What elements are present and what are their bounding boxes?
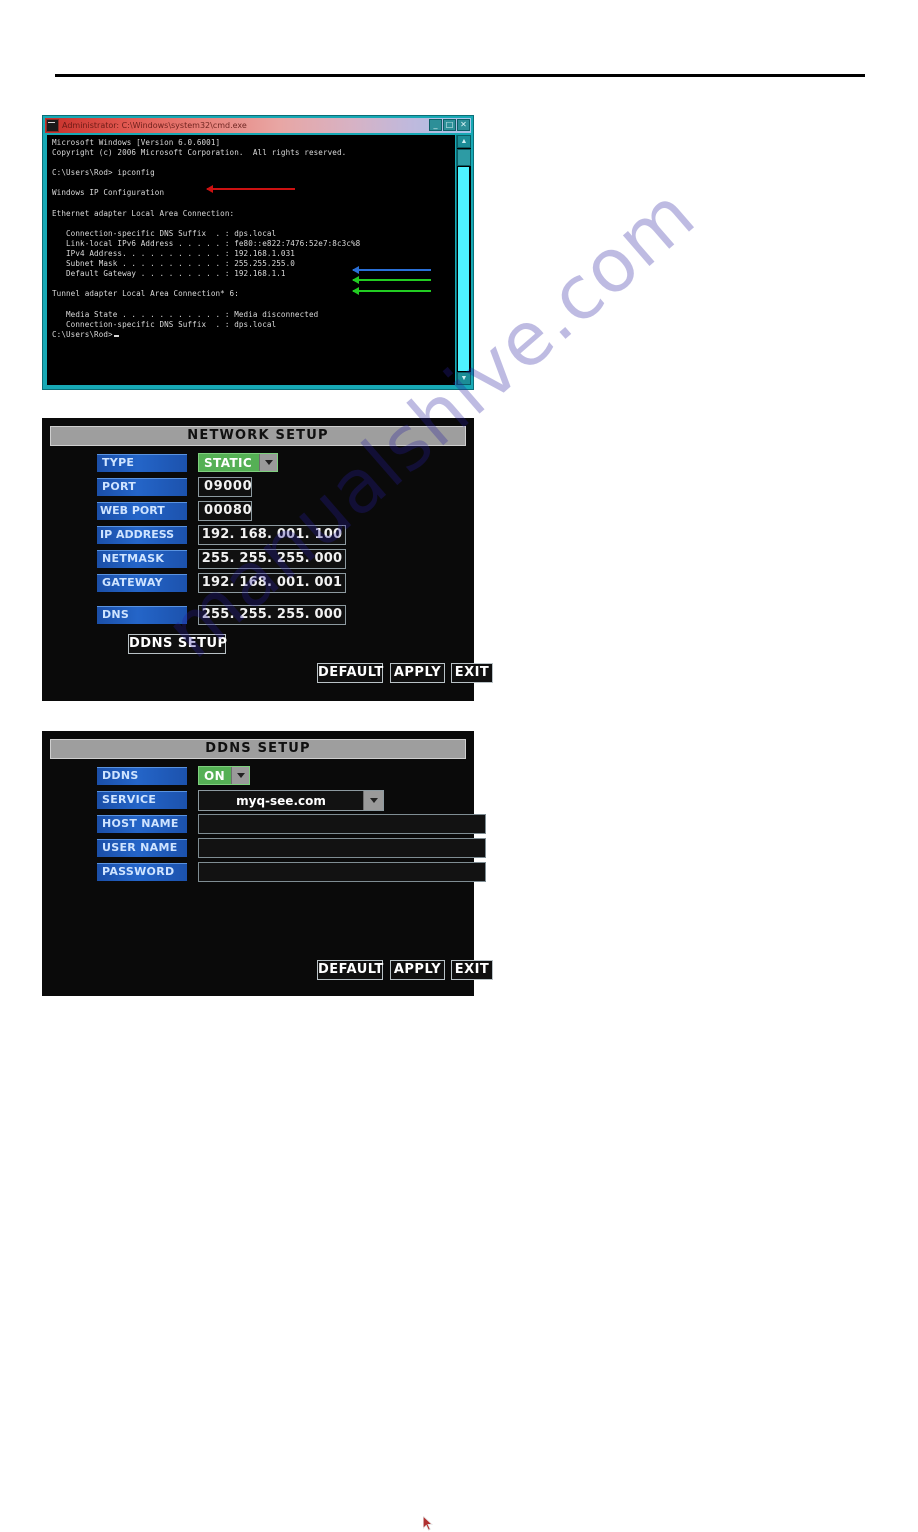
console-lines: Microsoft Windows [Version 6.0.6001] Cop… [52,138,361,329]
row-password: PASSWORD [42,861,486,885]
command-prompt-window: Administrator: C:\Windows\system32\cmd.e… [42,115,474,390]
row-spacer [42,596,474,604]
label-dns: DNS [97,606,187,624]
ddns-setup-title: DDNS SETUP [50,739,466,759]
row-dns: DNS 255. 255. 255. 000 [42,604,474,628]
console-output-area[interactable]: Microsoft Windows [Version 6.0.6001] Cop… [47,135,455,385]
network-setup-title: NETWORK SETUP [50,426,466,446]
ddns-exit-button[interactable]: EXIT [451,960,493,980]
label-netmask: NETMASK [97,550,187,568]
label-web-port: WEB PORT [97,502,187,520]
password-input[interactable] [198,862,486,882]
ddns-setup-rows: DDNS ON SERVICE myq-see.com HOST NAME US… [42,765,486,885]
row-gateway: GATEWAY 192. 168. 001. 001 [42,572,474,596]
mouse-cursor-ddns [423,1516,434,1531]
service-dropdown[interactable]: myq-see.com [198,790,384,811]
scroll-up-icon[interactable]: ▲ [457,135,471,148]
page-header-rule [55,74,865,77]
console-caret [113,334,119,337]
command-prompt-titlebar[interactable]: Administrator: C:\Windows\system32\cmd.e… [45,118,471,133]
row-type: TYPE STATIC [42,452,474,476]
service-dropdown-value: myq-see.com [236,793,326,808]
row-port: PORT 09000 [42,476,474,500]
label-type: TYPE [97,454,187,472]
ddns-setup-button[interactable]: DDNS SETUP [128,634,227,654]
gateway-field[interactable]: 192. 168. 001. 001 [198,573,346,593]
dns-field[interactable]: 255. 255. 255. 000 [198,605,346,625]
web-port-field[interactable]: 00080 [198,501,252,521]
row-ddns: DDNS ON [42,765,474,789]
maximize-icon[interactable]: □ [443,119,456,131]
label-ddns: DDNS [97,767,187,785]
ip-address-field[interactable]: 192. 168. 001. 100 [198,525,346,545]
row-netmask: NETMASK 255. 255. 255. 000 [42,548,474,572]
ipconfig-callout-arrow [206,185,295,193]
chevron-down-icon[interactable] [363,791,383,810]
type-dropdown-value: STATIC [204,455,253,470]
label-port: PORT [97,478,187,496]
netmask-field[interactable]: 255. 255. 255. 000 [198,549,346,569]
network-exit-button[interactable]: EXIT [451,663,493,683]
ddns-toggle-dropdown[interactable]: ON [198,766,250,785]
chevron-down-icon[interactable] [231,767,249,784]
minimize-icon[interactable]: _ [429,119,442,131]
row-service: SERVICE myq-see.com [42,789,474,813]
network-setup-rows: TYPE STATIC PORT 09000 WEB PORT 00080 IP… [42,452,474,628]
network-apply-button[interactable]: APPLY [390,663,445,683]
chevron-down-icon[interactable] [259,454,277,471]
window-controls: _ □ ✕ [429,119,470,131]
scrollbar-thumb[interactable] [457,149,471,166]
label-password: PASSWORD [97,863,187,881]
label-user-name: USER NAME [97,839,187,857]
console-prompt: C:\Users\Rod> [52,329,113,339]
console-scrollbar[interactable]: ▲ ▼ [456,135,471,385]
scroll-down-icon[interactable]: ▼ [457,372,471,385]
console-system-menu-icon[interactable] [46,119,59,132]
row-host-name: HOST NAME [42,813,486,837]
ddns-apply-button[interactable]: APPLY [390,960,445,980]
label-host-name: HOST NAME [97,815,187,833]
ddns-default-button[interactable]: DEFAULT [317,960,383,980]
ddns-toggle-value: ON [204,768,226,783]
label-service: SERVICE [97,791,187,809]
type-dropdown[interactable]: STATIC [198,453,278,472]
row-web-port: WEB PORT 00080 [42,500,474,524]
command-prompt-title: Administrator: C:\Windows\system32\cmd.e… [62,121,247,130]
console-text: Microsoft Windows [Version 6.0.6001] Cop… [52,138,453,340]
row-ip-address: IP ADDRESS 192. 168. 001. 100 [42,524,474,548]
scrollbar-track[interactable] [458,167,469,371]
subnet-mask-callout-arrow [352,276,431,284]
close-icon[interactable]: ✕ [457,119,470,131]
gateway-callout-arrow [352,287,431,295]
label-ip-address: IP ADDRESS [97,526,187,544]
ipv4-callout-arrow [352,266,431,274]
label-gateway: GATEWAY [97,574,187,592]
ddns-setup-panel: DDNS SETUP DDNS ON SERVICE myq-see.com H… [42,731,493,1531]
host-name-input[interactable] [198,814,486,834]
network-default-button[interactable]: DEFAULT [317,663,383,683]
network-setup-panel: NETWORK SETUP TYPE STATIC PORT 09000 WEB… [42,418,493,908]
user-name-input[interactable] [198,838,486,858]
port-field[interactable]: 09000 [198,477,252,497]
row-user-name: USER NAME [42,837,486,861]
